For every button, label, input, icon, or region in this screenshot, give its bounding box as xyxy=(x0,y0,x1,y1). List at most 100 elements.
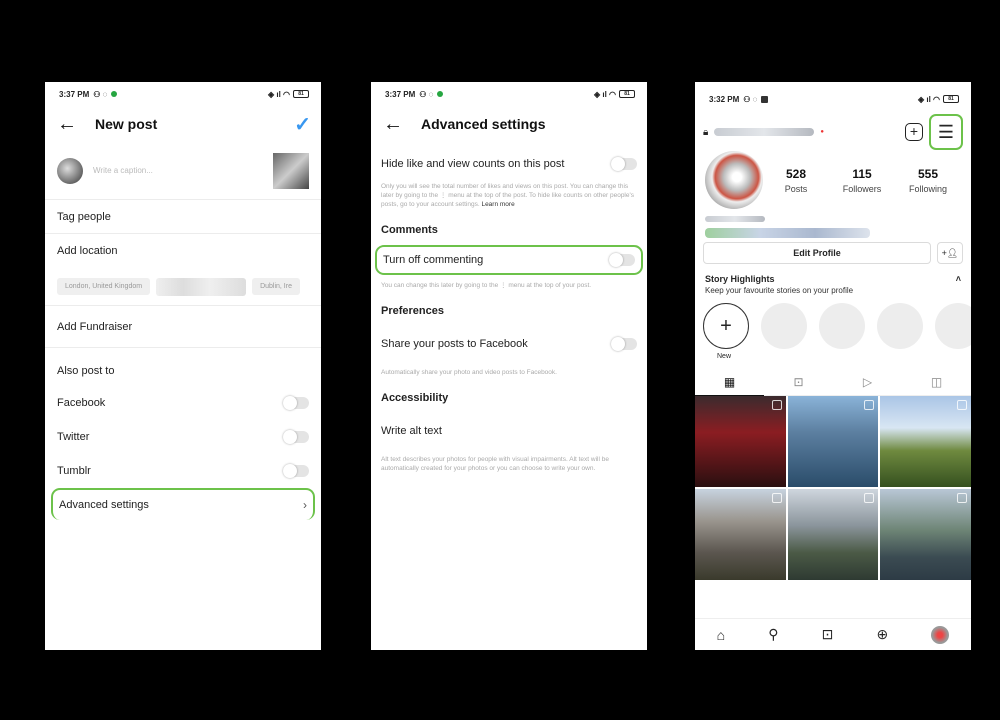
facebook-row: Facebook xyxy=(45,386,321,420)
story-highlights-heading: Story Highlights ˄ xyxy=(695,274,971,284)
profile-actions: Edit Profile +👤︎ xyxy=(695,242,971,264)
status-bar: 3:32 PM ⚇ ◌ ◈ ıl ◠ 81 xyxy=(695,82,971,116)
status-time: 3:37 PM xyxy=(385,89,416,99)
video-tab-icon[interactable]: ▷ xyxy=(833,370,902,396)
posts-stat[interactable]: 528 Posts xyxy=(763,167,829,194)
facebook-toggle[interactable] xyxy=(283,396,309,410)
comments-heading: Comments xyxy=(371,217,647,243)
avatar xyxy=(57,157,83,184)
status-time: 3:32 PM xyxy=(709,94,740,104)
hamburger-menu-icon[interactable]: ☰ xyxy=(929,114,963,150)
status-bar: 3:37 PM ⚇ ◌ ◈ ıl ◠ 81 xyxy=(371,82,647,106)
turn-off-commenting-toggle[interactable] xyxy=(609,253,635,267)
reels-tab-icon[interactable]: ⊡ xyxy=(764,370,833,396)
reels-icon[interactable]: ⊡ xyxy=(822,626,834,643)
add-fundraiser-row[interactable]: Add Fundraiser xyxy=(45,306,321,348)
post-grid xyxy=(695,396,971,580)
battery-icon: 81 xyxy=(619,90,635,98)
advanced-settings-row[interactable]: Advanced settings › xyxy=(51,488,315,520)
top-bar: ← New post ✓ xyxy=(45,106,321,142)
posts-label: Posts xyxy=(784,183,808,194)
post-thumbnail[interactable] xyxy=(880,396,971,487)
twitter-label: Twitter xyxy=(57,431,90,443)
posts-count: 528 xyxy=(785,166,807,181)
edit-profile-button[interactable]: Edit Profile xyxy=(703,242,931,264)
signal-icon: ◈ ıl ◠ xyxy=(593,89,616,99)
location-chips: London, United Kingdom Dublin, Ire xyxy=(45,268,321,306)
post-thumbnail[interactable] xyxy=(695,489,786,580)
post-thumbnail[interactable] xyxy=(787,489,879,580)
location-chip-blurred[interactable] xyxy=(156,277,247,296)
caption-input[interactable]: Write a caption... xyxy=(93,166,273,175)
preferences-heading-label: Preferences xyxy=(381,305,444,317)
new-post-screen: 3:37 PM ⚇ ◌ ◈ ıl ◠ 81 ← New post ✓ Write a… xyxy=(45,82,321,650)
twitter-row: Twitter xyxy=(45,420,321,454)
chevron-up-icon[interactable]: ˄ xyxy=(956,274,961,284)
tag-people-row[interactable]: Tag people xyxy=(45,200,321,234)
add-location-row[interactable]: Add location xyxy=(45,234,321,268)
profile-tabs: ▦ ⊡ ▷ ◫ xyxy=(695,370,971,396)
twitter-toggle[interactable] xyxy=(283,430,309,444)
commenting-description: You can change this later by going to th… xyxy=(381,282,592,289)
create-post-icon[interactable]: + xyxy=(905,123,923,141)
following-label: Following xyxy=(908,183,948,194)
accessibility-heading: Accessibility xyxy=(371,385,647,411)
app-icon xyxy=(437,91,444,97)
tumblr-label: Tumblr xyxy=(57,465,91,477)
add-location-label: Add location xyxy=(57,245,118,257)
share-facebook-row: Share your posts to Facebook xyxy=(371,324,647,364)
post-thumbnail[interactable] xyxy=(880,489,971,580)
highlight-placeholder xyxy=(935,303,971,349)
search-icon[interactable]: ⚲ xyxy=(768,626,778,643)
shop-icon[interactable]: ⊕ xyxy=(877,626,889,643)
highlight-placeholder xyxy=(761,303,807,349)
grid-tab-icon[interactable]: ▦ xyxy=(695,370,764,396)
bio-blurred xyxy=(705,216,870,238)
highlights-row: + xyxy=(695,303,971,349)
chevron-right-icon: › xyxy=(303,498,307,512)
tumblr-row: Tumblr xyxy=(45,454,321,488)
page-title: New post xyxy=(95,116,158,132)
highlight-placeholder xyxy=(877,303,923,349)
location-chip[interactable]: Dublin, Ire xyxy=(252,278,300,295)
username-blurred[interactable] xyxy=(714,128,815,136)
signal-icon: ◈ ıl ◠ xyxy=(917,94,940,104)
post-thumbnail[interactable] xyxy=(695,396,786,487)
post-thumbnail xyxy=(273,152,309,189)
followers-count: 115 xyxy=(852,166,872,181)
back-arrow-icon[interactable]: ← xyxy=(57,114,83,134)
signal-icon: ◈ ıl ◠ xyxy=(267,89,290,99)
facebook-label: Facebook xyxy=(57,397,106,409)
turn-off-commenting-row: Turn off commenting xyxy=(375,245,643,275)
tagged-tab-icon[interactable]: ◫ xyxy=(902,370,971,396)
new-highlight-button[interactable]: + xyxy=(703,303,749,349)
discover-people-icon[interactable]: +👤︎ xyxy=(937,242,963,264)
followers-label: Followers xyxy=(842,183,882,194)
comments-heading-label: Comments xyxy=(381,224,438,236)
page-title: Advanced settings xyxy=(421,116,546,132)
lock-icon: 🔒︎ xyxy=(703,126,709,138)
followers-stat[interactable]: 115 Followers xyxy=(829,167,895,194)
status-time: 3:37 PM xyxy=(59,89,90,99)
profile-top-bar: 🔒︎ ● + ☰ xyxy=(695,114,971,150)
share-facebook-toggle[interactable] xyxy=(611,337,637,351)
notification-icon: ⚇ ◌ xyxy=(93,89,108,99)
back-arrow-icon[interactable]: ← xyxy=(383,114,409,134)
notification-icon: ⚇ ◌ xyxy=(743,94,758,104)
profile-avatar[interactable] xyxy=(705,151,763,209)
hide-likes-toggle[interactable] xyxy=(611,157,637,171)
turn-off-commenting-label: Turn off commenting xyxy=(383,254,484,266)
following-stat[interactable]: 555 Following xyxy=(895,167,961,194)
alt-text-row[interactable]: Write alt text xyxy=(371,411,647,451)
home-icon[interactable]: ⌂ xyxy=(717,627,725,643)
post-thumbnail[interactable] xyxy=(787,396,879,487)
alt-text-label: Write alt text xyxy=(381,425,442,437)
profile-avatar-icon[interactable] xyxy=(931,625,950,644)
status-bar: 3:37 PM ⚇ ◌ ◈ ıl ◠ 81 xyxy=(45,82,321,106)
location-chip[interactable]: London, United Kingdom xyxy=(57,278,151,295)
notification-dot: ● xyxy=(820,129,824,135)
share-check-icon[interactable]: ✓ xyxy=(294,112,311,137)
add-fundraiser-label: Add Fundraiser xyxy=(57,320,133,333)
learn-more-link[interactable]: Learn more xyxy=(481,201,514,208)
tumblr-toggle[interactable] xyxy=(283,464,309,478)
